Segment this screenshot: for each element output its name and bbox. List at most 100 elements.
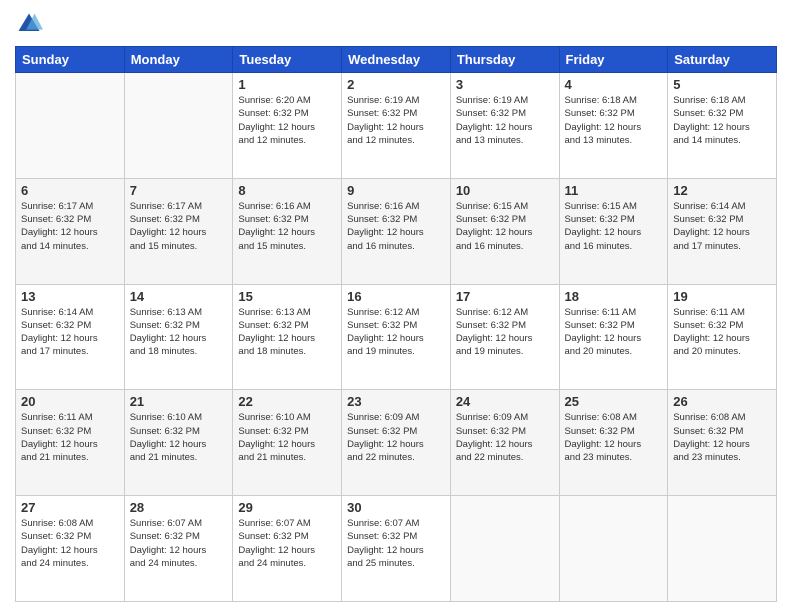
day-info: Sunrise: 6:20 AM Sunset: 6:32 PM Dayligh…: [238, 94, 336, 147]
day-info: Sunrise: 6:07 AM Sunset: 6:32 PM Dayligh…: [238, 517, 336, 570]
calendar-cell: 7 Sunrise: 6:17 AM Sunset: 6:32 PM Daylig…: [124, 178, 233, 284]
weekday-header-friday: Friday: [559, 47, 668, 73]
calendar-week-1: 6 Sunrise: 6:17 AM Sunset: 6:32 PM Daylig…: [16, 178, 777, 284]
calendar-week-4: 27 Sunrise: 6:08 AM Sunset: 6:32 PM Dayli…: [16, 496, 777, 602]
calendar-cell: 25Sunrise: 6:08 AM Sunset: 6:32 PM Dayli…: [559, 390, 668, 496]
calendar-cell: [559, 496, 668, 602]
day-number: 17: [456, 289, 554, 304]
day-number: 4: [565, 77, 663, 92]
calendar-cell: 12 Sunrise: 6:14 AM Sunset: 6:32 PM Dayli…: [668, 178, 777, 284]
calendar-week-0: 1 Sunrise: 6:20 AM Sunset: 6:32 PM Daylig…: [16, 73, 777, 179]
day-info: Sunrise: 6:13 AM Sunset: 6:32 PM Dayligh…: [130, 306, 228, 359]
day-number: 21: [130, 394, 228, 409]
day-number: 8: [238, 183, 336, 198]
day-info: Sunrise: 6:17 AM Sunset: 6:32 PM Dayligh…: [21, 200, 119, 253]
day-info: Sunrise: 6:19 AM Sunset: 6:32 PM Dayligh…: [456, 94, 554, 147]
day-info: Sunrise: 6:16 AM Sunset: 6:32 PM Dayligh…: [238, 200, 336, 253]
day-info: Sunrise: 6:12 AM Sunset: 6:32 PM Dayligh…: [456, 306, 554, 359]
day-number: 13: [21, 289, 119, 304]
calendar-cell: 30 Sunrise: 6:07 AM Sunset: 6:32 PM Dayli…: [342, 496, 451, 602]
calendar-cell: 3 Sunrise: 6:19 AM Sunset: 6:32 PM Daylig…: [450, 73, 559, 179]
logo: [15, 10, 47, 38]
weekday-header-monday: Monday: [124, 47, 233, 73]
day-info: Sunrise: 6:11 AM Sunset: 6:32 PM Dayligh…: [673, 306, 771, 359]
calendar-cell: 18Sunrise: 6:11 AM Sunset: 6:32 PM Dayli…: [559, 284, 668, 390]
header: [15, 10, 777, 38]
calendar-cell: 29Sunrise: 6:07 AM Sunset: 6:32 PM Dayli…: [233, 496, 342, 602]
day-info: Sunrise: 6:13 AM Sunset: 6:32 PM Dayligh…: [238, 306, 336, 359]
day-info: Sunrise: 6:11 AM Sunset: 6:32 PM Dayligh…: [21, 411, 119, 464]
calendar-cell: [16, 73, 125, 179]
day-number: 20: [21, 394, 119, 409]
day-info: Sunrise: 6:17 AM Sunset: 6:32 PM Dayligh…: [130, 200, 228, 253]
day-info: Sunrise: 6:09 AM Sunset: 6:32 PM Dayligh…: [456, 411, 554, 464]
day-info: Sunrise: 6:19 AM Sunset: 6:32 PM Dayligh…: [347, 94, 445, 147]
calendar-cell: 27 Sunrise: 6:08 AM Sunset: 6:32 PM Dayli…: [16, 496, 125, 602]
day-number: 14: [130, 289, 228, 304]
calendar-cell: [124, 73, 233, 179]
calendar-cell: 19 Sunrise: 6:11 AM Sunset: 6:32 PM Dayli…: [668, 284, 777, 390]
day-info: Sunrise: 6:11 AM Sunset: 6:32 PM Dayligh…: [565, 306, 663, 359]
day-info: Sunrise: 6:14 AM Sunset: 6:32 PM Dayligh…: [673, 200, 771, 253]
calendar-cell: 8 Sunrise: 6:16 AM Sunset: 6:32 PM Daylig…: [233, 178, 342, 284]
day-info: Sunrise: 6:08 AM Sunset: 6:32 PM Dayligh…: [21, 517, 119, 570]
day-number: 2: [347, 77, 445, 92]
day-number: 30: [347, 500, 445, 515]
day-number: 27: [21, 500, 119, 515]
logo-icon: [15, 10, 43, 38]
day-number: 19: [673, 289, 771, 304]
day-number: 5: [673, 77, 771, 92]
calendar-cell: 28 Sunrise: 6:07 AM Sunset: 6:32 PM Dayli…: [124, 496, 233, 602]
calendar-cell: 5 Sunrise: 6:18 AM Sunset: 6:32 PM Daylig…: [668, 73, 777, 179]
day-number: 6: [21, 183, 119, 198]
calendar-week-3: 20 Sunrise: 6:11 AM Sunset: 6:32 PM Dayli…: [16, 390, 777, 496]
calendar-cell: 15 Sunrise: 6:13 AM Sunset: 6:32 PM Dayli…: [233, 284, 342, 390]
weekday-header-tuesday: Tuesday: [233, 47, 342, 73]
calendar-cell: 2 Sunrise: 6:19 AM Sunset: 6:32 PM Daylig…: [342, 73, 451, 179]
calendar-cell: 4 Sunrise: 6:18 AM Sunset: 6:32 PM Daylig…: [559, 73, 668, 179]
day-info: Sunrise: 6:07 AM Sunset: 6:32 PM Dayligh…: [130, 517, 228, 570]
calendar: SundayMondayTuesdayWednesdayThursdayFrid…: [15, 46, 777, 602]
calendar-cell: [450, 496, 559, 602]
day-info: Sunrise: 6:15 AM Sunset: 6:32 PM Dayligh…: [565, 200, 663, 253]
calendar-cell: 13Sunrise: 6:14 AM Sunset: 6:32 PM Dayli…: [16, 284, 125, 390]
weekday-header-thursday: Thursday: [450, 47, 559, 73]
calendar-cell: 24 Sunrise: 6:09 AM Sunset: 6:32 PM Dayli…: [450, 390, 559, 496]
day-number: 3: [456, 77, 554, 92]
weekday-header-saturday: Saturday: [668, 47, 777, 73]
day-number: 15: [238, 289, 336, 304]
day-info: Sunrise: 6:18 AM Sunset: 6:32 PM Dayligh…: [565, 94, 663, 147]
calendar-cell: [668, 496, 777, 602]
day-info: Sunrise: 6:08 AM Sunset: 6:32 PM Dayligh…: [565, 411, 663, 464]
calendar-cell: 23 Sunrise: 6:09 AM Sunset: 6:32 PM Dayli…: [342, 390, 451, 496]
calendar-header-row: SundayMondayTuesdayWednesdayThursdayFrid…: [16, 47, 777, 73]
calendar-cell: 9 Sunrise: 6:16 AM Sunset: 6:32 PM Daylig…: [342, 178, 451, 284]
calendar-cell: 16Sunrise: 6:12 AM Sunset: 6:32 PM Dayli…: [342, 284, 451, 390]
day-number: 7: [130, 183, 228, 198]
day-info: Sunrise: 6:18 AM Sunset: 6:32 PM Dayligh…: [673, 94, 771, 147]
calendar-cell: 17 Sunrise: 6:12 AM Sunset: 6:32 PM Dayli…: [450, 284, 559, 390]
day-number: 11: [565, 183, 663, 198]
day-info: Sunrise: 6:08 AM Sunset: 6:32 PM Dayligh…: [673, 411, 771, 464]
calendar-cell: 14 Sunrise: 6:13 AM Sunset: 6:32 PM Dayli…: [124, 284, 233, 390]
calendar-cell: 1 Sunrise: 6:20 AM Sunset: 6:32 PM Daylig…: [233, 73, 342, 179]
page: SundayMondayTuesdayWednesdayThursdayFrid…: [0, 0, 792, 612]
calendar-cell: 21Sunrise: 6:10 AM Sunset: 6:32 PM Dayli…: [124, 390, 233, 496]
day-number: 16: [347, 289, 445, 304]
day-number: 9: [347, 183, 445, 198]
day-info: Sunrise: 6:09 AM Sunset: 6:32 PM Dayligh…: [347, 411, 445, 464]
day-number: 10: [456, 183, 554, 198]
day-number: 23: [347, 394, 445, 409]
calendar-cell: 10 Sunrise: 6:15 AM Sunset: 6:32 PM Dayli…: [450, 178, 559, 284]
day-number: 12: [673, 183, 771, 198]
day-info: Sunrise: 6:15 AM Sunset: 6:32 PM Dayligh…: [456, 200, 554, 253]
calendar-cell: 22Sunrise: 6:10 AM Sunset: 6:32 PM Dayli…: [233, 390, 342, 496]
calendar-week-2: 13Sunrise: 6:14 AM Sunset: 6:32 PM Dayli…: [16, 284, 777, 390]
day-info: Sunrise: 6:16 AM Sunset: 6:32 PM Dayligh…: [347, 200, 445, 253]
day-number: 24: [456, 394, 554, 409]
day-number: 28: [130, 500, 228, 515]
day-number: 22: [238, 394, 336, 409]
day-number: 1: [238, 77, 336, 92]
day-number: 26: [673, 394, 771, 409]
day-info: Sunrise: 6:07 AM Sunset: 6:32 PM Dayligh…: [347, 517, 445, 570]
